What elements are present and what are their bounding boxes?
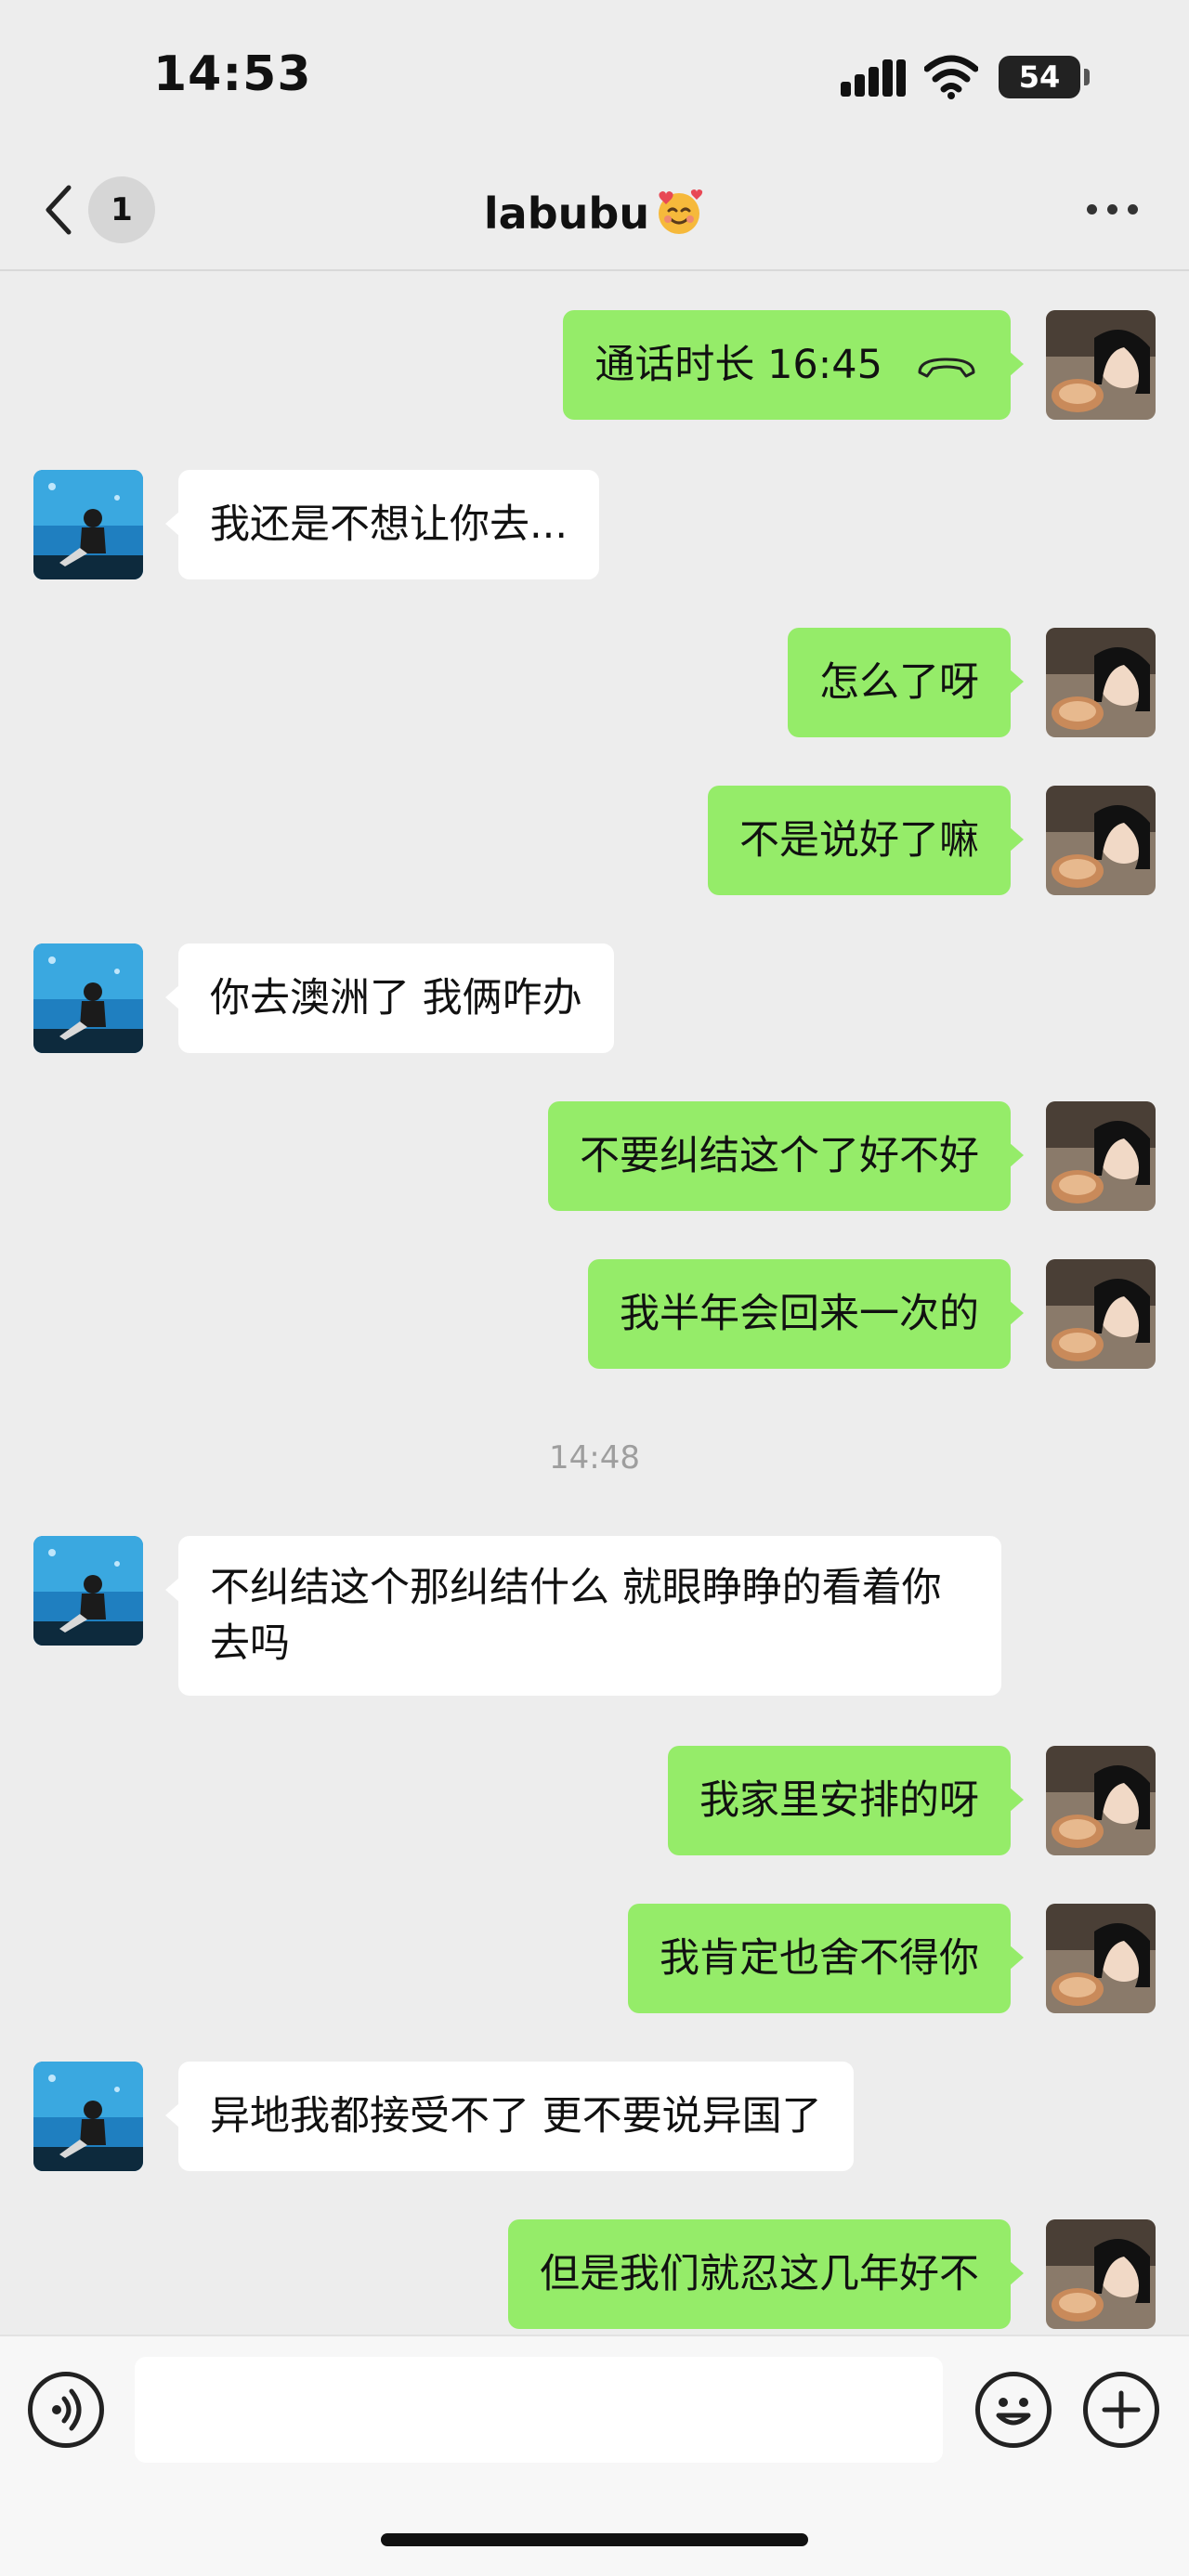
message-bubble[interactable]: 我还是不想让你去... [164, 470, 600, 579]
message-text: 通话时长 16:45 [594, 342, 882, 388]
my-avatar[interactable] [1046, 1746, 1156, 1855]
home-indicator[interactable] [381, 2533, 808, 2546]
hang-up-phone-icon [918, 358, 975, 377]
timestamp: 14:48 [549, 1439, 640, 1477]
voice-icon[interactable] [28, 2372, 104, 2448]
my-avatar[interactable] [1046, 786, 1156, 895]
my-avatar[interactable] [1046, 1904, 1156, 2013]
cellular-signal-icon [841, 58, 906, 97]
message-bubble[interactable]: 我肯定也舍不得你 [628, 1904, 1024, 2013]
contact-avatar[interactable] [33, 1536, 143, 1646]
message-bubble[interactable]: 不纠结这个那纠结什么 就眼睁睁的看着你去吗 [165, 1536, 1001, 1696]
message-bubble[interactable]: 你去澳洲了 我俩咋办 [165, 943, 614, 1053]
call-record-bubble[interactable]: 通话时长 16:45 [563, 310, 1024, 420]
message-bubble[interactable]: 我家里安排的呀 [668, 1746, 1024, 1855]
battery-icon: 54 [999, 56, 1090, 98]
status-bar: 14:53 54 [0, 0, 1189, 158]
my-avatar[interactable] [1046, 628, 1156, 737]
message-bubble[interactable]: 但是我们就忍这几年好不 [508, 2219, 1024, 2329]
contact-avatar[interactable] [33, 470, 143, 579]
my-avatar[interactable] [1046, 1101, 1156, 1211]
chat-title[interactable]: labubu [0, 180, 1189, 247]
message-input[interactable] [135, 2357, 943, 2463]
smiling-face-with-hearts-icon [659, 189, 703, 234]
message-bubble[interactable]: 不是说好了嘛 [708, 786, 1024, 895]
contact-avatar[interactable] [33, 943, 143, 1053]
message-bubble[interactable]: 我半年会回来一次的 [588, 1259, 1024, 1369]
message-list[interactable]: 通话时长 16:45 我还是不想让你去... 怎么了呀 不是说好了嘛 你去澳洲了… [0, 279, 1189, 2331]
emoji-icon[interactable] [975, 2372, 1052, 2448]
my-avatar[interactable] [1046, 310, 1156, 420]
message-bubble[interactable]: 不要纠结这个了好不好 [548, 1101, 1024, 1211]
message-bubble[interactable]: 怎么了呀 [788, 628, 1024, 737]
message-bubble[interactable]: 异地我都接受不了 更不要说异国了 [165, 2062, 854, 2171]
chat-header: 1 labubu [0, 158, 1189, 271]
wifi-icon [924, 55, 978, 99]
contact-avatar[interactable] [33, 2062, 143, 2171]
my-avatar[interactable] [1046, 1259, 1156, 1369]
my-avatar[interactable] [1046, 2219, 1156, 2329]
more-options-icon[interactable] [1087, 204, 1143, 217]
status-time: 14:53 [153, 46, 312, 102]
chat-title-text: labubu [483, 189, 650, 239]
plus-icon[interactable] [1083, 2372, 1159, 2448]
